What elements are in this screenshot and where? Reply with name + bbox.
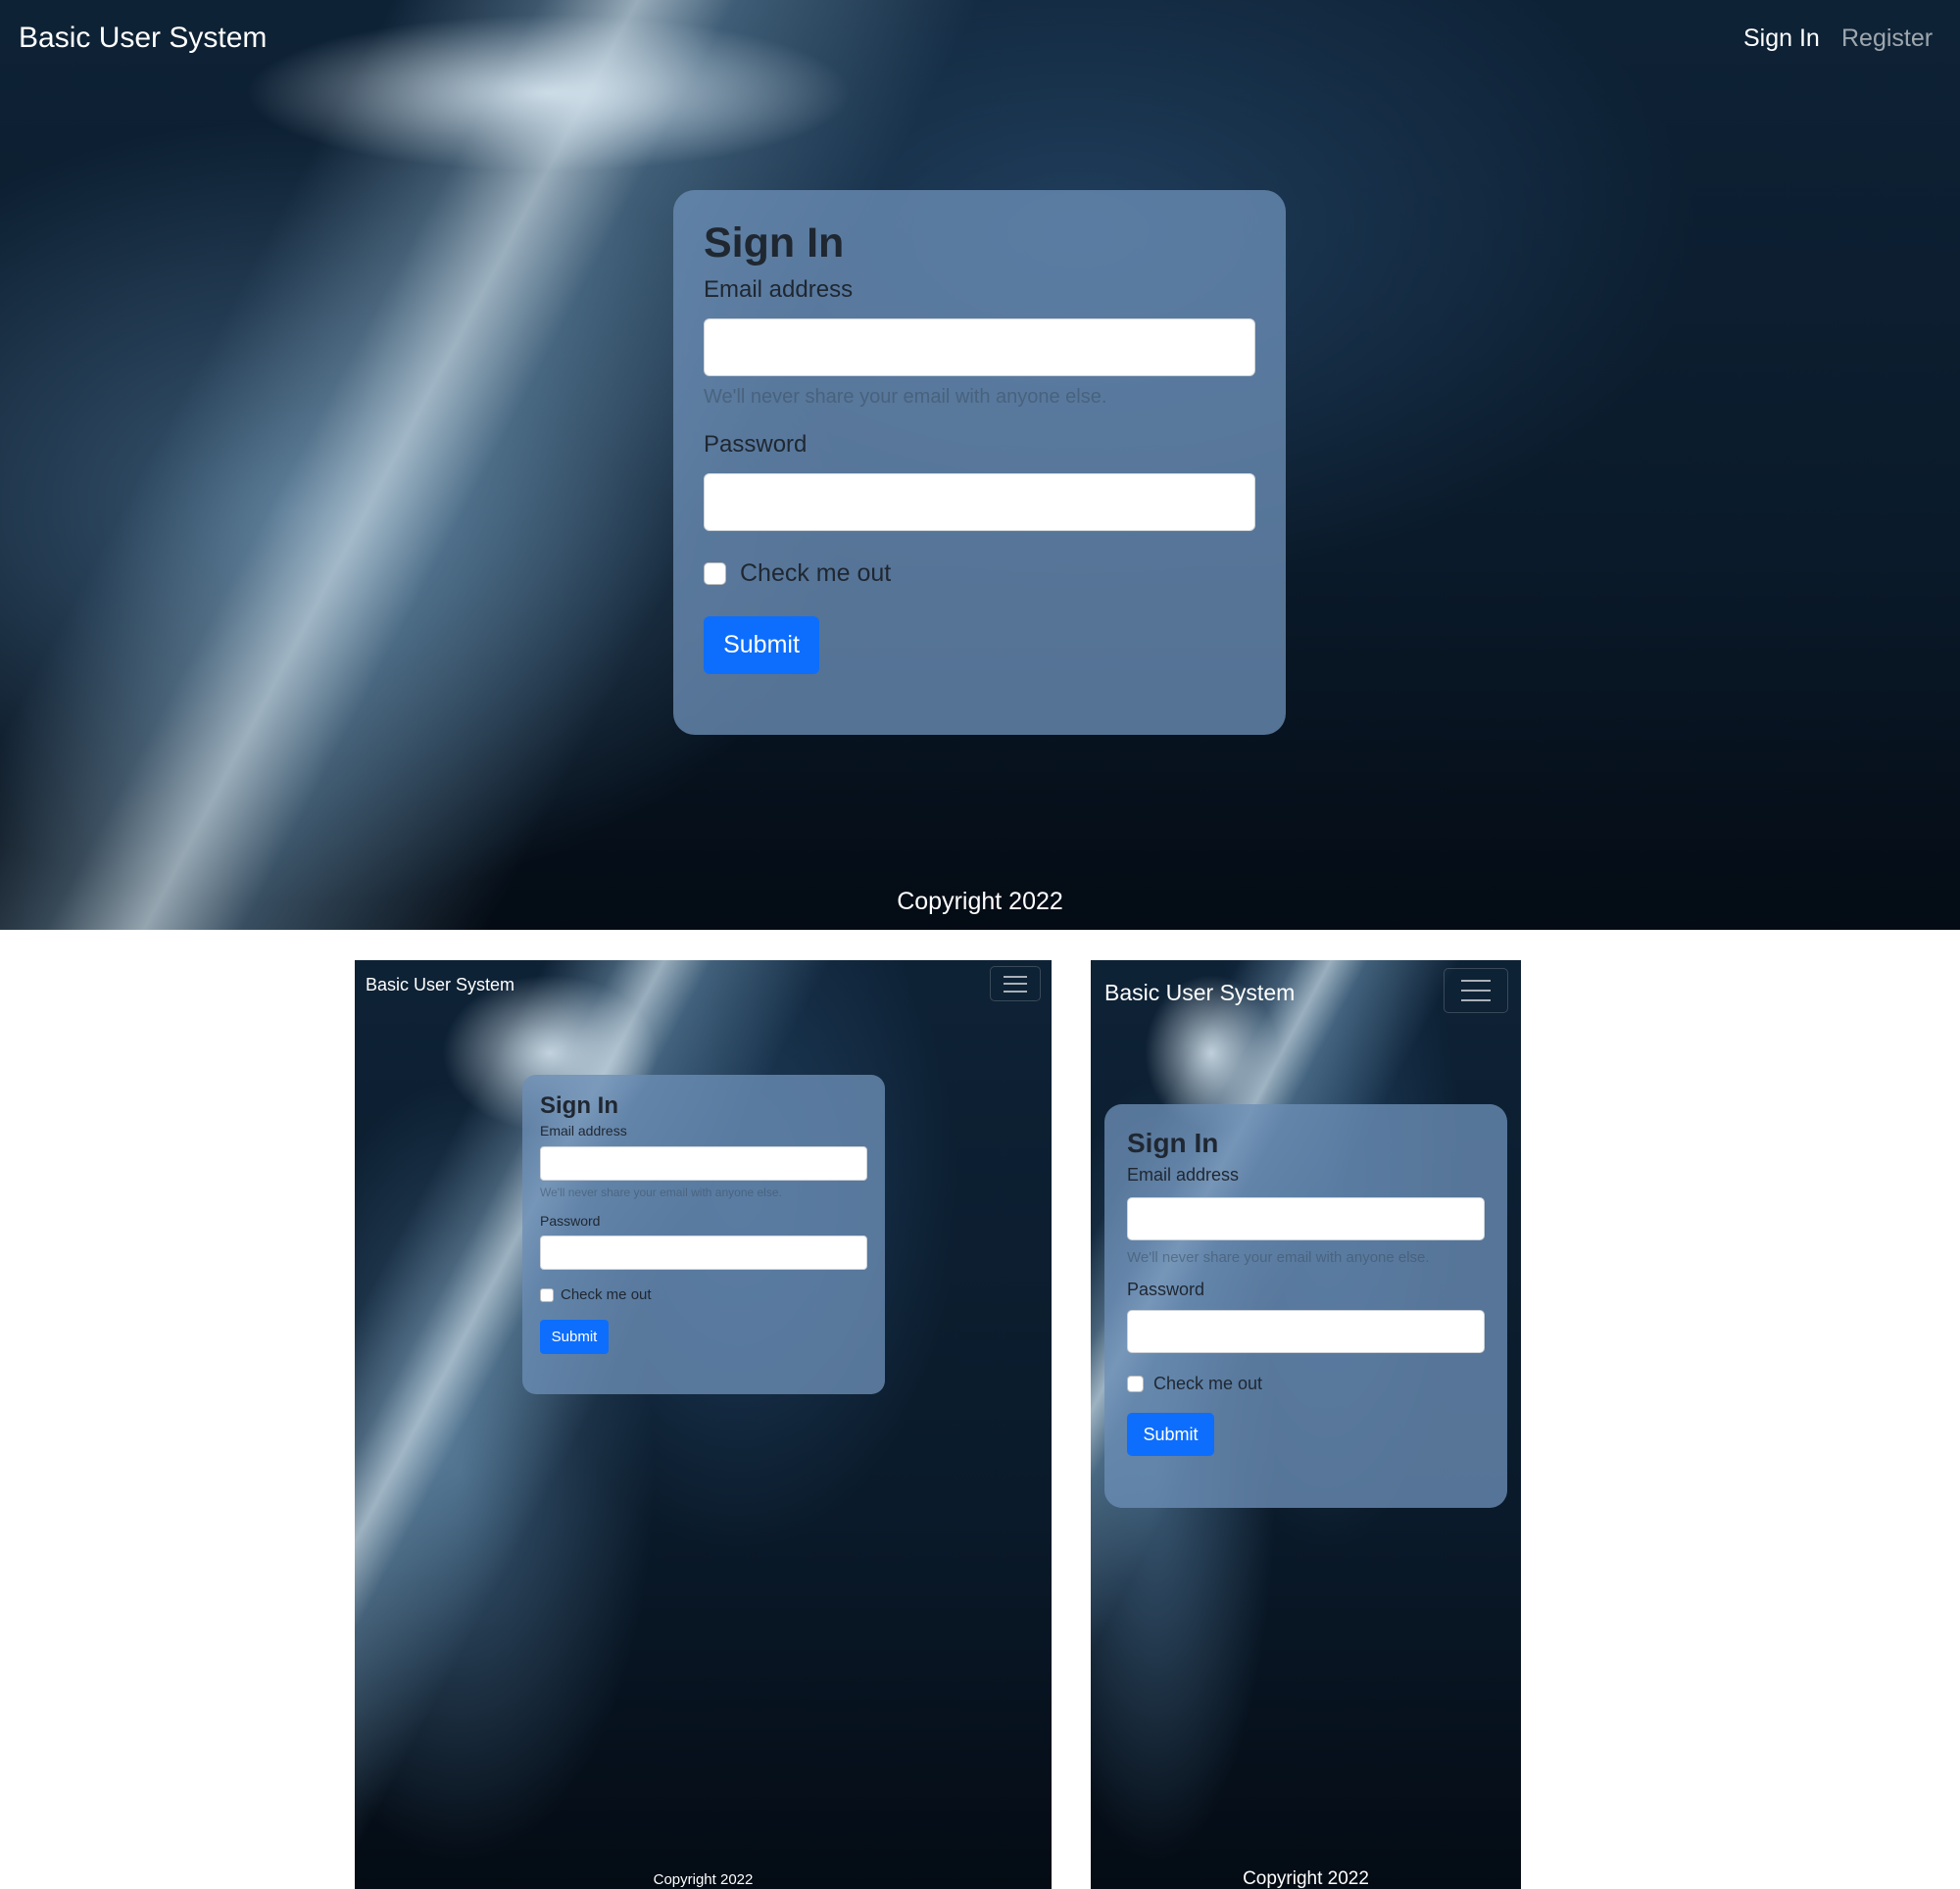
submit-button[interactable]: Submit (540, 1320, 609, 1354)
remember-row: Check me out (1127, 1374, 1485, 1394)
email-input[interactable] (1127, 1197, 1485, 1240)
password-input[interactable] (704, 473, 1255, 531)
checkbox-label[interactable]: Check me out (1153, 1374, 1262, 1394)
email-help-text: We'll never share your email with anyone… (540, 1186, 782, 1199)
nav-link-sign-in[interactable]: Sign In (1743, 24, 1820, 53)
email-help-text: We'll never share your email with anyone… (1127, 1249, 1430, 1266)
email-help-text: We'll never share your email with anyone… (704, 386, 1107, 408)
navbar-brand[interactable]: Basic User System (366, 975, 514, 995)
submit-button[interactable]: Submit (704, 616, 819, 674)
password-input[interactable] (540, 1235, 867, 1270)
email-input[interactable] (704, 318, 1255, 376)
checkbox-label[interactable]: Check me out (740, 559, 891, 588)
footer-copyright: Copyright 2022 (1243, 1868, 1369, 1889)
password-input[interactable] (1127, 1310, 1485, 1353)
tablet-screenshot: Basic User System Sign In Email address … (355, 960, 1052, 1889)
password-label: Password (704, 431, 808, 458)
navbar-brand[interactable]: Basic User System (1104, 980, 1295, 1006)
phone-screenshot: Basic User System Sign In Email address … (1091, 960, 1521, 1889)
nav-link-register[interactable]: Register (1841, 24, 1933, 53)
password-label: Password (540, 1213, 601, 1229)
email-label: Email address (704, 276, 854, 303)
checkbox-icon[interactable] (704, 562, 726, 585)
hamburger-menu-icon (1461, 980, 1491, 1001)
sign-in-title: Sign In (704, 219, 845, 266)
sign-in-card: Sign In Email address We'll never share … (522, 1075, 885, 1394)
checkbox-icon[interactable] (1127, 1376, 1144, 1392)
sign-in-card: Sign In Email address We'll never share … (1104, 1104, 1507, 1508)
email-label: Email address (540, 1123, 627, 1138)
menu-toggle-button[interactable] (990, 966, 1041, 1001)
checkbox-label[interactable]: Check me out (561, 1286, 652, 1303)
menu-toggle-button[interactable] (1444, 968, 1508, 1013)
remember-row: Check me out (540, 1286, 867, 1303)
desktop-screenshot: Basic User System Sign In Register Sign … (0, 0, 1960, 930)
submit-button[interactable]: Submit (1127, 1413, 1214, 1456)
remember-row: Check me out (704, 559, 1255, 588)
sign-in-card: Sign In Email address We'll never share … (673, 190, 1286, 735)
hamburger-menu-icon (1004, 975, 1027, 993)
sign-in-title: Sign In (1127, 1128, 1219, 1158)
footer-copyright: Copyright 2022 (897, 888, 1063, 915)
checkbox-icon[interactable] (540, 1287, 554, 1302)
navbar-brand[interactable]: Basic User System (19, 22, 267, 55)
sign-in-title: Sign In (540, 1092, 618, 1119)
footer-copyright: Copyright 2022 (653, 1871, 754, 1888)
email-input[interactable] (540, 1146, 867, 1181)
password-label: Password (1127, 1280, 1205, 1299)
email-label: Email address (1127, 1165, 1240, 1185)
